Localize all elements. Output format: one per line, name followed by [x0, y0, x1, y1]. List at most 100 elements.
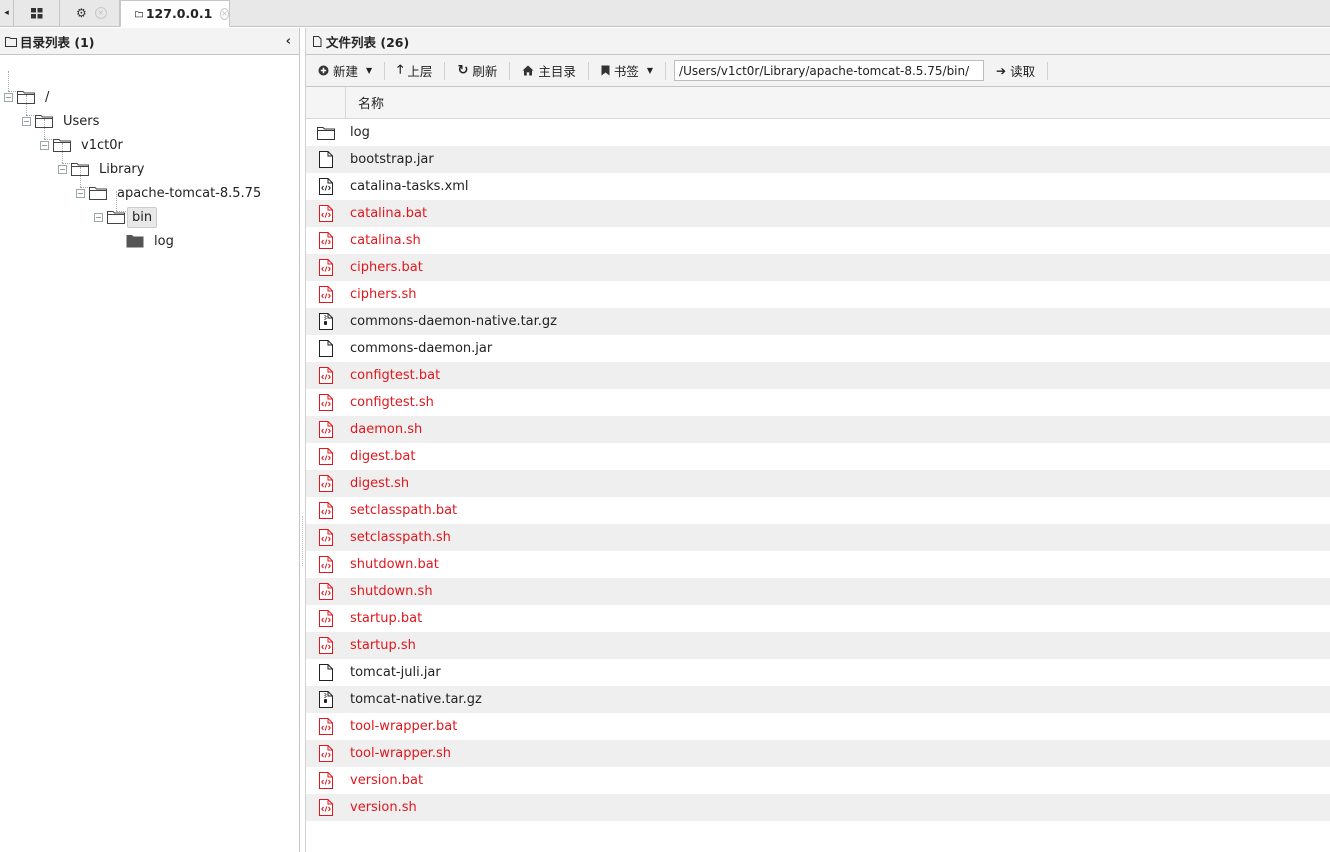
file-row[interactable]: version.sh — [306, 794, 1330, 821]
file-name[interactable]: shutdown.bat — [346, 557, 439, 572]
file-name[interactable]: log — [346, 125, 370, 140]
folder-icon — [126, 235, 144, 248]
code-file-icon — [319, 610, 333, 627]
tab-settings[interactable]: ⚙ × — [60, 0, 120, 26]
file-row[interactable]: daemon.sh — [306, 416, 1330, 443]
file-row-icon-cell — [306, 200, 346, 227]
file-row-icon-cell — [306, 362, 346, 389]
file-name[interactable]: bootstrap.jar — [346, 152, 434, 167]
file-row[interactable]: configtest.sh — [306, 389, 1330, 416]
collapse-panel-button[interactable]: ‹ — [286, 34, 291, 49]
file-row-icon-cell — [306, 146, 346, 173]
file-row-icon-cell — [306, 470, 346, 497]
path-input[interactable] — [674, 60, 985, 81]
file-row[interactable]: catalina.sh — [306, 227, 1330, 254]
archive-file-icon — [319, 691, 333, 708]
file-name[interactable]: digest.sh — [346, 476, 409, 491]
file-row[interactable]: configtest.bat — [306, 362, 1330, 389]
tab-home[interactable] — [14, 0, 60, 26]
tree-node-apache-tomcat[interactable]: − apache-tomcat-8.5.75 — [76, 183, 265, 203]
collapse-toggle[interactable]: − — [94, 212, 103, 222]
tree-node-bin[interactable]: − bin — [94, 206, 158, 228]
file-row[interactable]: log — [306, 119, 1330, 146]
file-row[interactable]: digest.bat — [306, 443, 1330, 470]
tree-node-label: / — [45, 89, 50, 105]
up-button[interactable]: 🡑 上层 — [393, 60, 436, 81]
tree-node-users[interactable]: − Users — [22, 111, 103, 131]
file-name[interactable]: configtest.bat — [346, 368, 440, 383]
directory-panel: 目录列表 (1) ‹ − / − Users − v1ct0r − Librar… — [0, 28, 300, 852]
file-name[interactable]: tomcat-juli.jar — [346, 665, 441, 680]
file-row[interactable]: commons-daemon.jar — [306, 335, 1330, 362]
bookmark-button[interactable]: 书签 ▼ — [597, 61, 657, 80]
file-row[interactable]: startup.sh — [306, 632, 1330, 659]
folder-open-icon — [89, 187, 107, 200]
close-icon[interactable]: × — [94, 7, 107, 19]
collapse-toggle[interactable]: − — [4, 92, 13, 102]
tree-node-library[interactable]: − Library — [58, 159, 148, 179]
tree-node-root[interactable]: − / — [4, 87, 53, 107]
file-name[interactable]: tomcat-native.tar.gz — [346, 692, 482, 707]
file-row[interactable]: shutdown.sh — [306, 578, 1330, 605]
file-row[interactable]: version.bat — [306, 767, 1330, 794]
file-row[interactable]: catalina-tasks.xml — [306, 173, 1330, 200]
file-name[interactable]: configtest.sh — [346, 395, 434, 410]
home-button-label: 主目录 — [538, 64, 576, 79]
file-row[interactable]: catalina.bat — [306, 200, 1330, 227]
file-row[interactable]: tool-wrapper.sh — [306, 740, 1330, 767]
collapse-toggle[interactable]: − — [22, 116, 31, 126]
splitter-grip[interactable] — [302, 516, 303, 566]
collapse-toggle[interactable]: − — [40, 140, 49, 150]
file-name[interactable]: shutdown.sh — [346, 584, 433, 599]
file-row[interactable]: tool-wrapper.bat — [306, 713, 1330, 740]
file-name[interactable]: daemon.sh — [346, 422, 422, 437]
read-button[interactable]: ➔ 读取 — [992, 61, 1039, 80]
name-column-header[interactable]: 名称 — [346, 87, 384, 118]
file-name[interactable]: ciphers.bat — [346, 260, 423, 275]
file-name[interactable]: startup.sh — [346, 638, 416, 653]
file-row[interactable]: bootstrap.jar — [306, 146, 1330, 173]
file-name[interactable]: tool-wrapper.bat — [346, 719, 457, 734]
file-name[interactable]: tool-wrapper.sh — [346, 746, 451, 761]
close-icon[interactable]: × — [220, 7, 229, 20]
file-icon — [319, 340, 333, 357]
file-name[interactable]: version.sh — [346, 800, 417, 815]
collapse-toggle[interactable]: − — [58, 164, 67, 174]
file-row[interactable]: ciphers.bat — [306, 254, 1330, 281]
file-row[interactable]: setclasspath.bat — [306, 497, 1330, 524]
file-row[interactable]: setclasspath.sh — [306, 524, 1330, 551]
code-file-icon — [319, 448, 333, 465]
file-row[interactable]: shutdown.bat — [306, 551, 1330, 578]
file-row[interactable]: tomcat-juli.jar — [306, 659, 1330, 686]
folder-icon — [317, 126, 335, 140]
file-name[interactable]: catalina-tasks.xml — [346, 179, 469, 194]
file-name[interactable]: setclasspath.bat — [346, 503, 457, 518]
code-file-icon — [319, 259, 333, 276]
file-row[interactable]: tomcat-native.tar.gz — [306, 686, 1330, 713]
tab-127-0-0-1[interactable]: 127.0.0.1 × — [120, 0, 230, 27]
file-name[interactable]: version.bat — [346, 773, 423, 788]
tree-node-v1ct0r[interactable]: − v1ct0r — [40, 135, 127, 155]
tree-node-log[interactable]: log — [126, 231, 178, 251]
file-name[interactable]: ciphers.sh — [346, 287, 417, 302]
file-name[interactable]: digest.bat — [346, 449, 415, 464]
file-row[interactable]: digest.sh — [306, 470, 1330, 497]
refresh-button[interactable]: ↻ 刷新 — [453, 61, 501, 80]
file-name[interactable]: startup.bat — [346, 611, 422, 626]
file-list: log bootstrap.jar catalina-tasks.xml catali… — [306, 119, 1330, 821]
file-name[interactable]: catalina.bat — [346, 206, 427, 221]
file-name[interactable]: commons-daemon.jar — [346, 341, 492, 356]
file-panel-header: 文件列表 (26) — [306, 28, 1330, 55]
file-name[interactable]: catalina.sh — [346, 233, 421, 248]
arrow-up-icon: 🡑 — [397, 62, 404, 76]
home-button[interactable]: 主目录 — [518, 61, 580, 80]
file-row[interactable]: startup.bat — [306, 605, 1330, 632]
new-button[interactable]: 新建 ▼ — [314, 61, 376, 80]
file-name[interactable]: setclasspath.sh — [346, 530, 451, 545]
collapse-toggle[interactable]: − — [76, 188, 85, 198]
tab-scroll-left-button[interactable]: ◂ — [0, 0, 14, 26]
code-file-icon — [319, 718, 333, 735]
file-row[interactable]: ciphers.sh — [306, 281, 1330, 308]
file-name[interactable]: commons-daemon-native.tar.gz — [346, 314, 557, 329]
file-row[interactable]: commons-daemon-native.tar.gz — [306, 308, 1330, 335]
